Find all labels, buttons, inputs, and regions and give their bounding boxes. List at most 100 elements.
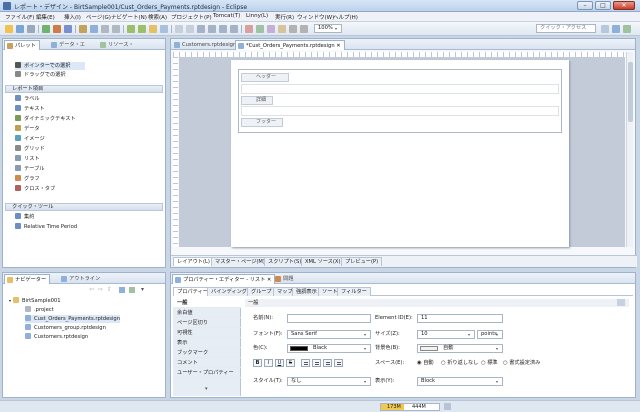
external-tools-icon[interactable] bbox=[64, 25, 72, 33]
category-user-properties[interactable]: ユーザー・プロパティー bbox=[173, 368, 241, 378]
subtab-groups[interactable]: グループ bbox=[247, 287, 276, 296]
tab-navigator[interactable]: ナビゲーター bbox=[4, 274, 51, 284]
tree-project[interactable]: ▾ BirtSample001 bbox=[9, 297, 61, 305]
bold-button[interactable]: B bbox=[253, 359, 262, 367]
color-select[interactable]: Black ▾ bbox=[287, 344, 371, 353]
tab-palette[interactable]: パレット bbox=[4, 40, 40, 50]
table-icon[interactable] bbox=[230, 25, 238, 33]
drag-select-tool[interactable]: ドラッグでの選択 bbox=[15, 71, 66, 79]
close-button[interactable]: ✕ bbox=[613, 1, 635, 10]
preview-icon[interactable] bbox=[245, 25, 253, 33]
strikethrough-button[interactable]: S bbox=[286, 359, 295, 367]
tab-property-editor[interactable]: プロパティー・エディター - リスト ✕ bbox=[172, 274, 276, 284]
category-visibility[interactable]: 可視性 bbox=[173, 328, 241, 338]
category-bookmark[interactable]: ブックマーク bbox=[173, 348, 241, 358]
web-viewer-icon[interactable] bbox=[256, 25, 264, 33]
category-margins[interactable]: 余白値 bbox=[173, 308, 241, 318]
radio-normal[interactable]: ○ 標準 bbox=[481, 359, 498, 368]
subtab-binding[interactable]: バインディング bbox=[207, 287, 251, 296]
report-items-header[interactable]: レポート項目 bbox=[5, 85, 163, 93]
tab-outline[interactable]: アウトライン bbox=[59, 274, 103, 284]
scroll-thumb[interactable] bbox=[628, 62, 633, 122]
report-design-perspective-icon[interactable] bbox=[612, 25, 620, 33]
collapse-all-icon[interactable] bbox=[119, 287, 125, 293]
list-detail-band[interactable]: 詳細 bbox=[241, 96, 273, 105]
category-table-of-contents[interactable]: 表示 bbox=[173, 338, 241, 348]
palette-item-grid[interactable]: グリッド bbox=[15, 145, 45, 153]
back-arrow-icon[interactable]: ⇦ bbox=[89, 286, 94, 293]
list-header-band[interactable]: ヘッダー bbox=[241, 73, 289, 82]
palette-item-list[interactable]: リスト bbox=[15, 155, 40, 163]
tree-file-customers[interactable]: Customers.rptdesign bbox=[25, 333, 88, 341]
up-arrow-icon[interactable]: ⇧ bbox=[107, 286, 112, 293]
justify-button[interactable] bbox=[334, 359, 343, 367]
open-type-icon[interactable] bbox=[79, 25, 87, 33]
style-select[interactable]: なし ▾ bbox=[287, 377, 371, 386]
detail-drop-zone[interactable] bbox=[241, 106, 559, 116]
tab-data-explorer[interactable]: データ・エ bbox=[49, 40, 88, 50]
align-icon[interactable] bbox=[197, 25, 205, 33]
size-unit-select[interactable]: points ▾ bbox=[477, 330, 503, 339]
maximize-button[interactable]: □ bbox=[595, 1, 611, 10]
list-footer-band[interactable]: フッター bbox=[241, 118, 283, 127]
menu-tomcat[interactable]: Tomcat(T) bbox=[213, 13, 240, 19]
palette-item-table[interactable]: テーブル bbox=[15, 165, 44, 173]
list-element[interactable]: ヘッダー 詳細 フッター bbox=[238, 69, 562, 133]
category-general[interactable]: 一般 bbox=[173, 298, 241, 308]
palette-item-image[interactable]: イメージ bbox=[15, 135, 45, 143]
back-icon[interactable] bbox=[127, 25, 135, 33]
redo-icon[interactable] bbox=[186, 25, 194, 33]
pdf-icon[interactable] bbox=[267, 25, 275, 33]
tab-script[interactable]: スクリプト(S) bbox=[264, 257, 306, 266]
debug-icon[interactable] bbox=[53, 25, 61, 33]
layout-icon[interactable] bbox=[208, 25, 216, 33]
display-select[interactable]: Block ▾ bbox=[417, 377, 503, 386]
chart-icon[interactable] bbox=[278, 25, 286, 33]
perspective-icon[interactable] bbox=[601, 25, 609, 33]
subtab-properties[interactable]: プロパティー bbox=[173, 287, 212, 296]
forward-icon[interactable] bbox=[138, 25, 146, 33]
palette-item-crosstab[interactable]: クロス・タブ bbox=[15, 185, 55, 193]
search-icon[interactable] bbox=[90, 25, 98, 33]
heap-status[interactable]: 173M 444M bbox=[380, 403, 440, 411]
save-icon[interactable] bbox=[16, 25, 24, 33]
pointer-select-tool[interactable]: ポインターでの選択 bbox=[15, 62, 85, 70]
palette-tool-aggregation[interactable]: 集約 bbox=[15, 213, 34, 221]
radio-preformatted[interactable]: ○ 書式設定済み bbox=[503, 359, 540, 368]
tab-customers-rptdesign[interactable]: Customers.rptdesign bbox=[172, 40, 239, 50]
radio-auto[interactable]: ◉ 自動 bbox=[417, 359, 434, 368]
tab-resource-explorer[interactable]: リソース・ bbox=[98, 40, 137, 50]
close-tab-icon[interactable]: ✕ bbox=[336, 43, 340, 49]
name-input[interactable] bbox=[287, 314, 371, 323]
palette-item-dynamic-text[interactable]: ダイナミックテキスト bbox=[15, 115, 76, 123]
palette-tool-relative-time[interactable]: Relative Time Period bbox=[15, 223, 77, 231]
element-id-input[interactable]: 11 bbox=[417, 314, 503, 323]
palette-item-chart[interactable]: グラフ bbox=[15, 175, 40, 183]
tab-xml-source[interactable]: XML ソース(X) bbox=[301, 257, 345, 266]
tree-file-cust-orders-payments[interactable]: Cust_Orders_Payments.rptdesign bbox=[25, 315, 121, 323]
palette-item-text[interactable]: テキスト bbox=[15, 105, 45, 113]
report-icon[interactable] bbox=[160, 25, 168, 33]
restore-icon[interactable] bbox=[617, 299, 625, 306]
category-page-break[interactable]: ページ区切り bbox=[173, 318, 241, 328]
menu-navigate[interactable]: ナビゲート(N) bbox=[111, 13, 147, 21]
palette-item-label[interactable]: ラベル bbox=[15, 95, 40, 103]
menu-help[interactable]: ヘルプ(H) bbox=[333, 13, 358, 21]
grid-icon[interactable] bbox=[219, 25, 227, 33]
radio-nowrap[interactable]: ○ 折り返しなし bbox=[441, 359, 478, 368]
subtab-highlights[interactable]: 強調表示 bbox=[292, 287, 321, 296]
zoom-select[interactable]: 100% ▾ bbox=[314, 24, 342, 33]
size-input[interactable]: 10 ▾ bbox=[417, 330, 475, 339]
close-tab-icon[interactable]: ✕ bbox=[267, 277, 271, 283]
link-editor-icon[interactable] bbox=[129, 287, 135, 293]
menu-file[interactable]: ファイル(F) bbox=[5, 13, 34, 21]
header-drop-zone[interactable] bbox=[241, 84, 559, 94]
align-center-button[interactable] bbox=[312, 359, 321, 367]
quick-access-input[interactable]: クイック・アクセス bbox=[536, 24, 596, 33]
vertical-scrollbar[interactable] bbox=[626, 52, 633, 247]
tab-problems[interactable]: 問題 bbox=[273, 274, 296, 284]
menu-insert[interactable]: 挿入(I) bbox=[64, 13, 81, 21]
scroll-down-icon[interactable]: ▾ bbox=[205, 386, 208, 392]
paste-icon[interactable] bbox=[112, 25, 120, 33]
palette-item-data[interactable]: データ bbox=[15, 125, 40, 133]
